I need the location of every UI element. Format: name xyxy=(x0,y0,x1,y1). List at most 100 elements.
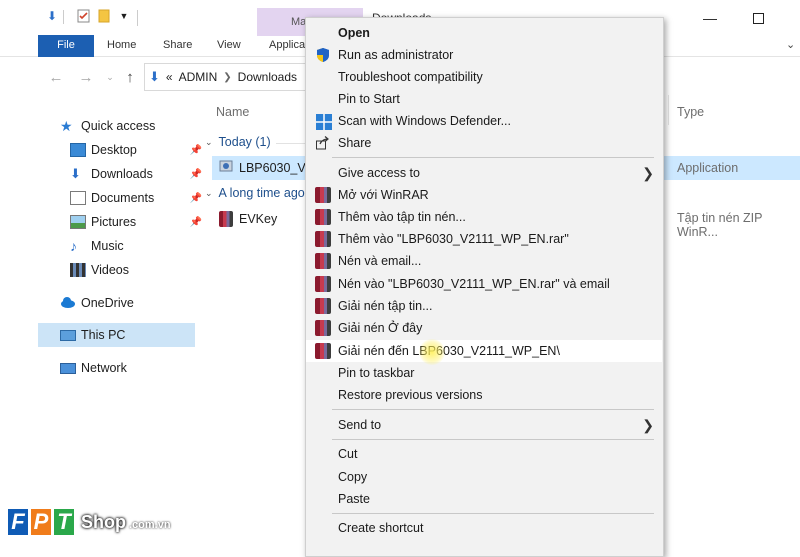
menu-item-troubleshoot[interactable]: Troubleshoot compatibility xyxy=(306,66,662,88)
cloud-icon xyxy=(60,296,76,310)
winrar-archive-icon xyxy=(219,211,233,227)
menu-item-cut[interactable]: Cut xyxy=(306,443,662,465)
pin-icon[interactable]: 📌 xyxy=(190,217,202,228)
menu-item-pin-to-start[interactable]: Pin to Start xyxy=(306,88,662,110)
menu-label: Thêm vào tập tin nén... xyxy=(338,210,466,224)
nav-label: Downloads xyxy=(91,167,153,181)
up-icon[interactable]: ↑ xyxy=(122,67,138,87)
breadcrumb-admin[interactable]: ADMIN xyxy=(179,70,218,84)
menu-item-scan-defender[interactable]: Scan with Windows Defender... xyxy=(306,110,662,132)
menu-label: Nén vào "LBP6030_V2111_WP_EN.rar" và ema… xyxy=(338,277,610,291)
watermark-shop: Shop xyxy=(81,511,126,532)
menu-item-open[interactable]: Open xyxy=(306,22,662,44)
watermark-letter-f: F xyxy=(8,509,28,535)
checklist-icon[interactable] xyxy=(75,8,91,24)
tab-application[interactable]: Applica xyxy=(269,36,305,57)
nav-this-pc[interactable]: This PC xyxy=(60,324,196,346)
menu-label: Nén và email... xyxy=(338,254,422,268)
menu-item-compress-email[interactable]: Nén và email... xyxy=(306,250,662,272)
nav-desktop[interactable]: Desktop 📌 xyxy=(70,139,206,161)
submenu-arrow-icon: ❯ xyxy=(642,164,654,181)
breadcrumb-downloads[interactable]: Downloads xyxy=(238,70,297,84)
watermark-domain: .com.vn xyxy=(129,519,171,531)
menu-label: Pin to taskbar xyxy=(338,366,415,380)
videos-icon xyxy=(70,263,86,277)
column-header-name[interactable]: Name xyxy=(216,105,249,119)
menu-item-open-winrar[interactable]: Mở với WinRAR xyxy=(306,184,662,206)
menu-item-extract-files[interactable]: Giải nén tập tin... xyxy=(306,295,662,317)
properties-icon[interactable]: ⬇ xyxy=(44,8,60,24)
group-divider xyxy=(276,143,306,144)
tab-file[interactable]: File xyxy=(38,35,94,57)
column-header-type[interactable]: Type xyxy=(677,105,704,119)
menu-item-add-to-rar[interactable]: Thêm vào "LBP6030_V2111_WP_EN.rar" xyxy=(306,228,662,250)
menu-label: Thêm vào "LBP6030_V2111_WP_EN.rar" xyxy=(338,232,569,246)
breadcrumb-chevron-icon[interactable]: ❯ xyxy=(223,72,231,83)
ribbon-expand-icon[interactable]: ⌄ xyxy=(786,38,795,51)
document-icon xyxy=(70,191,86,205)
forward-icon[interactable]: → xyxy=(78,67,94,87)
menu-item-give-access[interactable]: Give access to ❯ xyxy=(306,162,662,184)
pin-icon[interactable]: 📌 xyxy=(190,145,202,156)
winrar-icon xyxy=(315,187,331,203)
menu-item-add-to-archive[interactable]: Thêm vào tập tin nén... xyxy=(306,206,662,228)
winrar-icon xyxy=(315,209,331,225)
watermark-letter-t: T xyxy=(54,509,74,535)
menu-item-create-shortcut[interactable]: Create shortcut xyxy=(306,517,662,539)
recent-locations-icon[interactable]: ⌄ xyxy=(102,67,118,87)
address-bar[interactable]: ⬇ « ADMIN ❯ Downloads xyxy=(144,63,314,91)
pictures-icon xyxy=(70,215,86,229)
breadcrumb-overflow[interactable]: « xyxy=(166,70,173,84)
menu-item-compress-rar-email[interactable]: Nén vào "LBP6030_V2111_WP_EN.rar" và ema… xyxy=(306,273,662,295)
pin-icon[interactable]: 📌 xyxy=(190,169,202,180)
menu-item-pin-to-taskbar[interactable]: Pin to taskbar xyxy=(306,362,662,384)
menu-item-share[interactable]: Share xyxy=(306,132,662,154)
share-icon xyxy=(315,135,331,151)
nav-onedrive[interactable]: OneDrive xyxy=(60,292,196,314)
nav-label: This PC xyxy=(81,328,126,342)
new-folder-icon[interactable] xyxy=(96,8,112,24)
customize-toolbar-icon[interactable]: ▼ xyxy=(116,8,132,24)
menu-label: Scan with Windows Defender... xyxy=(338,114,511,128)
tab-share[interactable]: Share xyxy=(163,36,192,57)
nav-documents[interactable]: Documents 📌 xyxy=(70,187,206,209)
file-row-evkey[interactable]: EVKey xyxy=(219,211,277,227)
file-type: Tập tin nén ZIP WinR... xyxy=(677,211,763,239)
menu-item-paste[interactable]: Paste xyxy=(306,488,662,510)
tab-home[interactable]: Home xyxy=(107,36,136,57)
nav-downloads[interactable]: ⬇ Downloads 📌 xyxy=(70,163,206,185)
menu-item-extract-to-folder[interactable]: Giải nén đến LBP6030_V2111_WP_EN\ xyxy=(306,340,662,362)
winrar-icon xyxy=(315,253,331,269)
column-divider[interactable] xyxy=(668,95,669,125)
menu-label: Mở với WinRAR xyxy=(338,188,429,202)
nav-network[interactable]: Network xyxy=(60,357,196,379)
minimize-icon[interactable]: — xyxy=(700,8,720,28)
group-long-time-ago[interactable]: ⌄ A long time ago xyxy=(205,186,305,200)
network-icon xyxy=(60,362,76,374)
maximize-icon[interactable] xyxy=(748,8,768,28)
winrar-icon xyxy=(315,343,331,359)
collapse-icon[interactable]: ⌄ xyxy=(205,137,213,148)
nav-videos[interactable]: Videos xyxy=(70,259,206,281)
menu-item-copy[interactable]: Copy xyxy=(306,466,662,488)
pin-icon[interactable]: 📌 xyxy=(190,193,202,204)
menu-item-restore-versions[interactable]: Restore previous versions xyxy=(306,384,662,406)
menu-label: Paste xyxy=(338,492,370,506)
tab-view[interactable]: View xyxy=(217,36,241,57)
group-today[interactable]: ⌄ Today (1) xyxy=(205,135,271,149)
menu-item-send-to[interactable]: Send to ❯ xyxy=(306,414,662,436)
nav-pictures[interactable]: Pictures 📌 xyxy=(70,211,206,233)
back-icon[interactable]: ← xyxy=(48,67,64,87)
menu-item-run-as-admin[interactable]: Run as administrator xyxy=(306,44,662,66)
menu-label: Copy xyxy=(338,470,368,484)
file-type: Application xyxy=(677,161,739,175)
nav-quick-access[interactable]: ★ Quick access xyxy=(60,115,196,137)
menu-separator xyxy=(332,409,654,410)
menu-label: Giải nén đến LBP6030_V2111_WP_EN\ xyxy=(338,344,560,358)
nav-music[interactable]: ♪ Music xyxy=(70,235,206,257)
collapse-icon[interactable]: ⌄ xyxy=(205,188,213,199)
star-icon: ★ xyxy=(60,118,73,134)
menu-separator xyxy=(332,439,654,440)
menu-item-extract-here[interactable]: Giải nén Ở đây xyxy=(306,317,662,339)
nav-label: Quick access xyxy=(81,119,156,133)
